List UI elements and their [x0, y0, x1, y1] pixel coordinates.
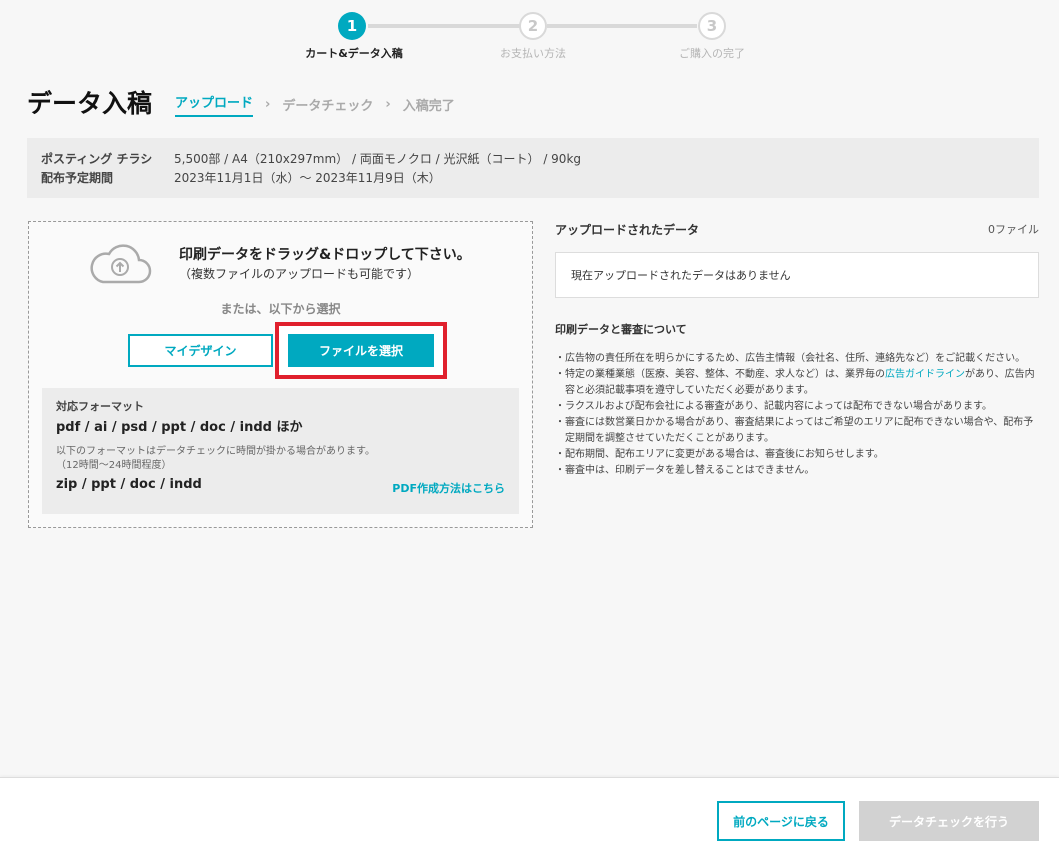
summary-period-row: 配布予定期間 2023年11月1日（水）～ 2023年11月9日（木） — [41, 169, 1025, 188]
step-2-label: お支払い方法 — [500, 47, 566, 60]
formats-list: pdf / ai / psd / ppt / doc / indd ほか — [56, 420, 303, 435]
or-select-text: または、以下から選択 — [220, 302, 341, 316]
ad-guideline-link[interactable]: 広告ガイドライン — [885, 369, 965, 380]
back-button[interactable]: 前のページに戻る — [717, 801, 845, 841]
product-spec: 5,500部 / A4（210x297mm） / 両面モノクロ / 光沢紙（コー… — [174, 152, 582, 166]
data-check-button[interactable]: データチェックを行う — [859, 801, 1039, 841]
select-file-button[interactable]: ファイルを選択 — [288, 334, 434, 367]
order-summary: ポスティング チラシ 5,500部 / A4（210x297mm） / 両面モノ… — [27, 138, 1039, 198]
chevron-right-icon: › — [385, 97, 391, 112]
period-label: 配布予定期間 — [41, 171, 114, 185]
progress-stepper: 1 2 3 カート&データ入稿 お支払い方法 ご購入の完了 — [300, 10, 770, 60]
drop-sub-instruction: （複数ファイルのアップロードも可能です） — [179, 267, 420, 281]
period-value: 2023年11月1日（水）～ 2023年11月9日（木） — [174, 171, 441, 185]
summary-product-row: ポスティング チラシ 5,500部 / A4（210x297mm） / 両面モノ… — [41, 150, 1025, 169]
notice-item: ・審査中は、印刷データを差し替えることはできません。 — [555, 465, 815, 476]
notice-list: ・広告物の責任所在を明らかにするため、広告主情報（会社名、住所、連絡先など）をご… — [555, 351, 1035, 479]
step-1-label: カート&データ入稿 — [305, 47, 403, 60]
uploaded-data-title: アップロードされたデータ — [555, 223, 700, 237]
notice-text: ・特定の業種業態（医療、美容、整体、不動産、求人など）は、業界毎の — [555, 369, 885, 380]
step-3-label: ご購入の完了 — [679, 47, 745, 60]
slow-formats-note: 以下のフォーマットはデータチェックに時間が掛かる場合があります。 （12時間～2… — [56, 445, 505, 473]
uploaded-files-list: 現在アップロードされたデータはありません — [555, 252, 1039, 298]
breadcrumb-data-check: データチェック — [282, 99, 374, 114]
notice-item: ・広告物の責任所在を明らかにするため、広告主情報（会社名、住所、連絡先など）をご… — [555, 353, 1026, 364]
footer-bar: 前のページに戻る データチェックを行う — [0, 777, 1059, 853]
file-count: 0ファイル — [988, 223, 1039, 236]
chevron-right-icon: › — [265, 97, 271, 112]
drop-instruction: 印刷データをドラッグ&ドロップして下さい。 — [179, 247, 471, 263]
cloud-upload-icon — [90, 244, 152, 284]
step-1-indicator: 1 — [338, 12, 366, 40]
product-label: ポスティング チラシ — [41, 152, 153, 166]
notice-item: ・審査には数営業日かかる場合があり、審査結果によってはご希望のエリアに配布できな… — [555, 417, 1034, 444]
formats-label: 対応フォーマット — [56, 400, 144, 413]
notice-item: ・配布期間、配布エリアに変更がある場合は、審査後にお知らせします。 — [555, 449, 884, 460]
empty-message: 現在アップロードされたデータはありません — [571, 269, 791, 282]
step-3-indicator: 3 — [698, 12, 726, 40]
notice-title: 印刷データと審査について — [555, 323, 687, 336]
step-connector — [547, 24, 697, 28]
breadcrumb-complete: 入稿完了 — [402, 99, 455, 114]
breadcrumb-upload: アップロード — [175, 92, 254, 117]
slow-note-line: （12時間～24時間程度） — [56, 460, 172, 471]
upload-dropzone[interactable]: 印刷データをドラッグ&ドロップして下さい。 （複数ファイルのアップロードも可能で… — [28, 221, 533, 528]
notice-item: ・特定の業種業態（医療、美容、整体、不動産、求人など）は、業界毎の広告ガイドライ… — [555, 367, 1035, 399]
page-title: データ入稿 — [27, 89, 153, 118]
my-design-button[interactable]: マイデザイン — [128, 334, 273, 367]
notice-item: ・ラクスルおよび配布会社による審査があり、記載内容によっては配布できない場合があ… — [555, 401, 992, 412]
slow-note-line: 以下のフォーマットはデータチェックに時間が掛かる場合があります。 — [56, 446, 375, 457]
step-2-indicator: 2 — [519, 12, 547, 40]
breadcrumb: アップロード › データチェック › 入稿完了 — [175, 92, 455, 117]
pdf-guide-link[interactable]: PDF作成方法はこちら — [392, 480, 505, 496]
step-connector — [368, 24, 528, 28]
supported-formats-panel: 対応フォーマット pdf / ai / psd / ppt / doc / in… — [42, 388, 519, 514]
